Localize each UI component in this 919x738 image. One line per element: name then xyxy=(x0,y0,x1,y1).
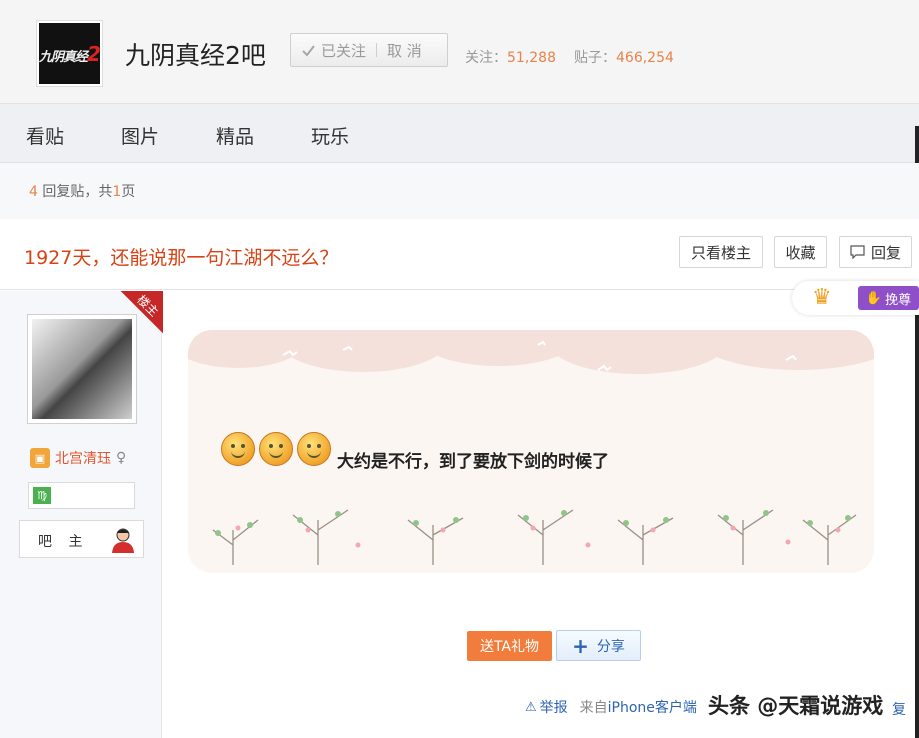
forum-nav: 看贴 图片 精品 玩乐 xyxy=(0,104,919,163)
nav-item-featured[interactable]: 精品 xyxy=(216,122,254,149)
gender-icon: ♀ xyxy=(116,450,127,466)
author-panel: 楼主 ▣ 北宫清珏 ♀ ♍ 吧 主 xyxy=(0,291,162,738)
divider xyxy=(376,43,378,57)
pull-tag[interactable]: ✋ 挽尊 xyxy=(858,286,919,310)
comment-icon xyxy=(850,245,865,259)
posts-stat: 贴子：466,254 xyxy=(574,50,674,66)
forum-admin-badge[interactable]: 吧 主 xyxy=(19,520,144,558)
only-op-button[interactable]: 只看楼主 xyxy=(679,236,763,268)
report-link[interactable]: ⚠ 举报 xyxy=(525,697,568,717)
smiley-icon xyxy=(259,431,293,466)
forum-logo[interactable]: 九阴真经2 xyxy=(37,21,102,86)
thread-header: 1927天，还能说那一句江湖不远么？ 只看楼主 收藏 回复 xyxy=(0,219,919,290)
nav-item-posts[interactable]: 看贴 xyxy=(26,122,64,149)
report-label: 举报 xyxy=(539,700,568,716)
post-body: 大约是不行，到了要放下剑的时候了 xyxy=(221,425,609,472)
admin-role-label: 吧 主 xyxy=(38,534,89,550)
thread-title: 1927天，还能说那一句江湖不远么？ xyxy=(24,247,339,269)
smiley-icon xyxy=(221,431,255,466)
nav-item-images[interactable]: 图片 xyxy=(121,122,159,149)
admin-avatar-icon xyxy=(112,528,134,553)
followers-stat: 关注：51,288 xyxy=(465,50,556,66)
send-gift-button[interactable]: 送TA礼物 xyxy=(467,631,552,661)
nav-item-fun[interactable]: 玩乐 xyxy=(311,122,349,149)
reply-count-bar: 4 回复贴，共1页 xyxy=(0,163,919,219)
watermark: 头条 @天霜说游戏 xyxy=(708,694,884,718)
member-icon: ▣ xyxy=(30,448,50,468)
op-tag: 楼主 xyxy=(113,291,163,336)
reply-button[interactable]: 回复 xyxy=(839,236,912,268)
post-footer: ⚠ 举报 来自iPhone客户端 xyxy=(525,697,697,717)
zodiac-icon: ♍ xyxy=(33,487,51,504)
author-name-row: ▣ 北宫清珏 ♀ xyxy=(30,448,126,468)
plus-icon: + xyxy=(572,633,589,658)
hand-icon: ✋ xyxy=(865,290,883,306)
follow-button[interactable]: 已关注 取 消 xyxy=(290,33,448,67)
logo-mark: 九阴真经2 xyxy=(39,41,100,66)
pull-label: 挽尊 xyxy=(885,292,912,308)
share-button[interactable]: + 分享 xyxy=(556,630,641,661)
reply-link[interactable]: 复 xyxy=(892,699,906,719)
reply-count-text: 4 回复贴，共1页 xyxy=(29,184,136,200)
crown-icon: ♛ xyxy=(812,285,832,310)
favorite-button[interactable]: 收藏 xyxy=(774,236,827,268)
forum-stats: 关注：51,288 贴子：466,254 xyxy=(465,47,674,67)
reply-label: 回复 xyxy=(870,243,901,262)
share-label: 分享 xyxy=(596,638,625,655)
client-link[interactable]: iPhone客户端 xyxy=(608,700,697,716)
unfollow-label[interactable]: 取 消 xyxy=(387,40,422,61)
author-name[interactable]: 北宫清珏 xyxy=(55,448,111,468)
follow-label: 已关注 xyxy=(321,41,367,60)
forum-title[interactable]: 九阴真经2吧 xyxy=(125,36,266,72)
warning-icon: ⚠ xyxy=(525,699,537,715)
forum-header: 九阴真经2 九阴真经2吧 已关注 取 消 关注：51,288 贴子：466,25… xyxy=(0,0,919,104)
check-icon xyxy=(302,44,315,57)
smiley-icon xyxy=(297,431,331,466)
client-source: 来自iPhone客户端 xyxy=(579,700,697,716)
level-box: ♍ xyxy=(28,482,135,509)
post-text: 大约是不行，到了要放下剑的时候了 xyxy=(337,452,609,472)
